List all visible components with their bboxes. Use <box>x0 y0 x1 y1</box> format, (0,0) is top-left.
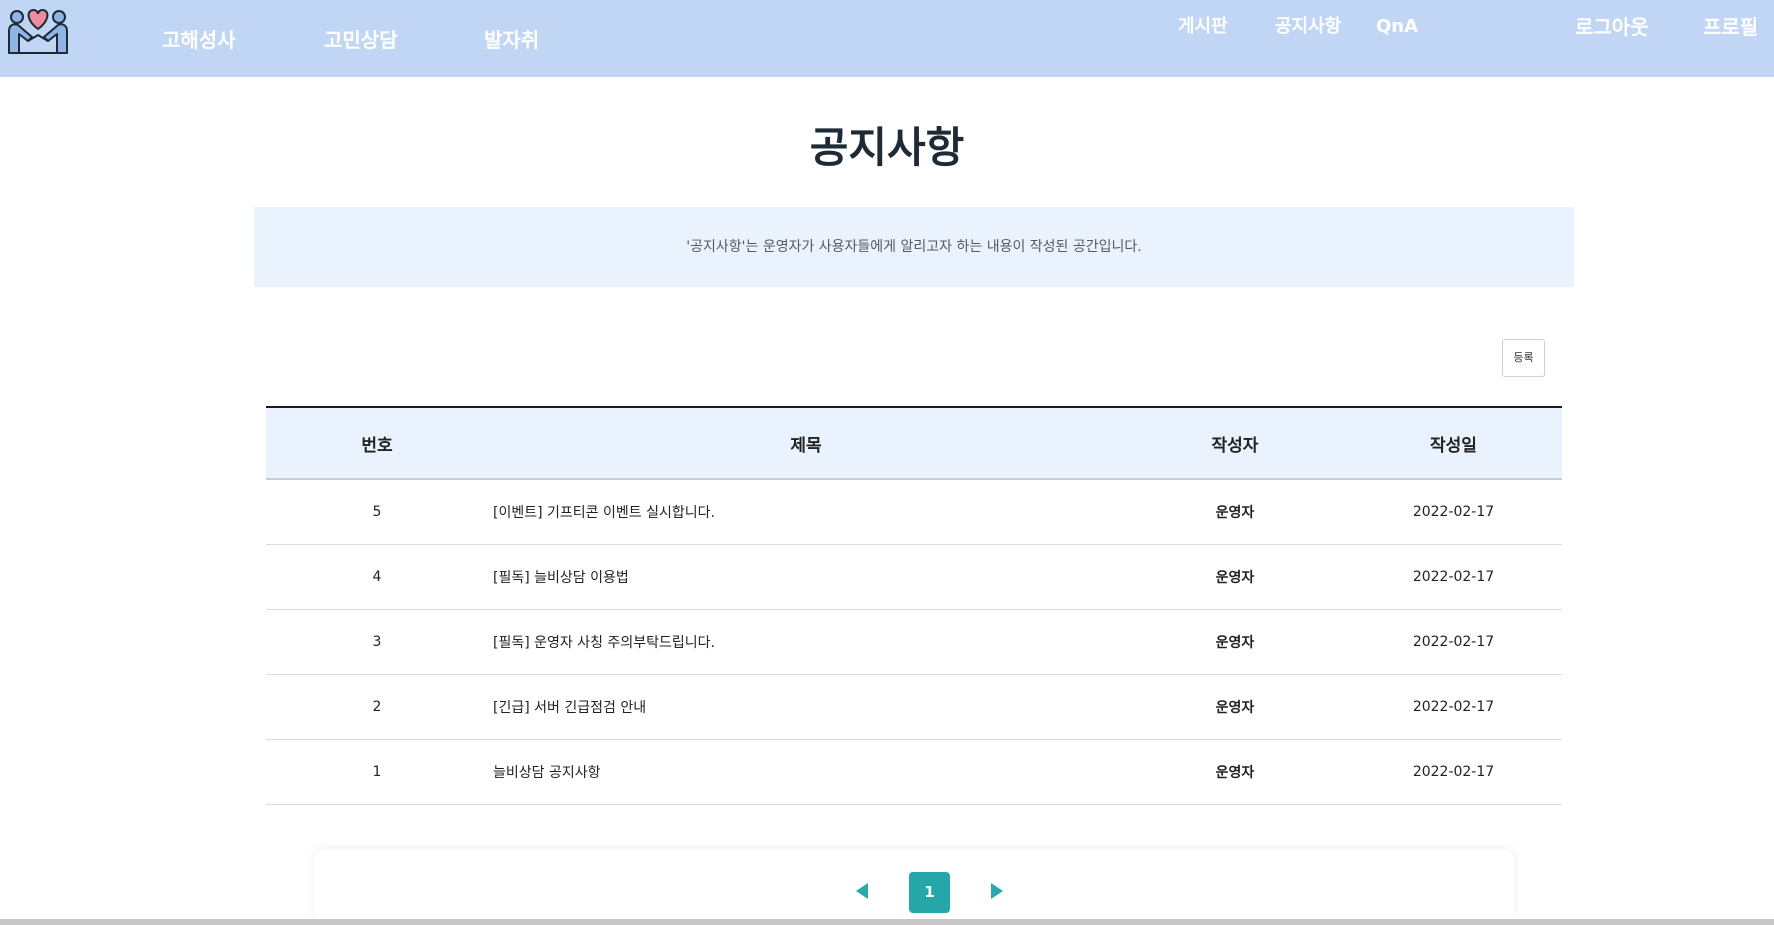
profile-link[interactable]: 프로필 <box>1703 14 1758 40</box>
row-writer: 운영자 <box>1125 479 1345 545</box>
row-number: 1 <box>266 739 488 805</box>
nav-link-qna[interactable]: QnA <box>1376 14 1418 40</box>
header-number: 번호 <box>266 407 488 480</box>
table-row[interactable]: 5 [이벤트] 기프티콘 이벤트 실시합니다. 운영자 2022-02-17 <box>266 479 1562 545</box>
notice-description-text: '공지사항'는 운영자가 사용자들에게 알리고자 하는 내용이 작성된 공간입니… <box>686 239 1142 255</box>
row-date: 2022-02-17 <box>1345 479 1562 545</box>
row-writer: 운영자 <box>1125 739 1345 805</box>
table-row[interactable]: 4 [필독] 늘비상담 이용법 운영자 2022-02-17 <box>266 544 1562 610</box>
row-title-link[interactable]: [필독] 늘비상담 이용법 <box>493 570 629 586</box>
row-date: 2022-02-17 <box>1345 739 1562 805</box>
horizontal-scrollbar[interactable] <box>0 919 1774 925</box>
notice-description-banner: '공지사항'는 운영자가 사용자들에게 알리고자 하는 내용이 작성된 공간입니… <box>254 207 1574 287</box>
row-number: 3 <box>266 609 488 675</box>
nav-link-counseling[interactable]: 고민상담 <box>324 27 398 53</box>
logout-link[interactable]: 로그아웃 <box>1575 14 1649 40</box>
row-title: [이벤트] 기프티콘 이벤트 실시합니다. <box>488 479 1125 545</box>
page-title: 공지사항 <box>809 123 965 172</box>
pagination-page-current[interactable]: 1 <box>909 872 950 913</box>
table-row[interactable]: 1 늘비상담 공지사항 운영자 2022-02-17 <box>266 739 1562 805</box>
row-title-link[interactable]: [필독] 운영자 사칭 주의부탁드립니다. <box>493 635 715 651</box>
triangle-right-icon[interactable] <box>991 883 1003 899</box>
row-writer: 운영자 <box>1125 609 1345 675</box>
header-date: 작성일 <box>1345 407 1562 480</box>
row-number: 4 <box>266 544 488 610</box>
nav-link-confession[interactable]: 고해성사 <box>162 27 236 53</box>
triangle-left-icon[interactable] <box>856 883 868 899</box>
row-title: 늘비상담 공지사항 <box>488 739 1125 805</box>
row-title: [필독] 운영자 사칭 주의부탁드립니다. <box>488 609 1125 675</box>
table-row[interactable]: 2 [긴급] 서버 긴급점검 안내 운영자 2022-02-17 <box>266 674 1562 740</box>
row-title-link[interactable]: 늘비상담 공지사항 <box>493 765 601 781</box>
header-writer: 작성자 <box>1125 407 1345 480</box>
logo-icon <box>8 8 68 54</box>
row-writer: 운영자 <box>1125 544 1345 610</box>
row-number: 5 <box>266 479 488 545</box>
table-header-row: 번호 제목 작성자 작성일 <box>266 407 1562 480</box>
header-title: 제목 <box>488 407 1125 480</box>
table-row[interactable]: 3 [필독] 운영자 사칭 주의부탁드립니다. 운영자 2022-02-17 <box>266 609 1562 675</box>
row-date: 2022-02-17 <box>1345 544 1562 610</box>
notice-table: 번호 제목 작성자 작성일 5 [이벤트] 기프티콘 이벤트 실시합니다. 운영… <box>266 406 1562 805</box>
row-number: 2 <box>266 674 488 740</box>
top-navigation: 고해성사 고민상담 발자취 게시판 공지사항 QnA 로그아웃 프로필 <box>0 0 1774 77</box>
row-date: 2022-02-17 <box>1345 674 1562 740</box>
row-title-link[interactable]: [이벤트] 기프티콘 이벤트 실시합니다. <box>493 505 715 521</box>
write-button[interactable]: 등록 <box>1502 339 1545 377</box>
site-logo[interactable] <box>5 5 71 57</box>
row-date: 2022-02-17 <box>1345 609 1562 675</box>
row-title: [긴급] 서버 긴급점검 안내 <box>488 674 1125 740</box>
nav-link-notice[interactable]: 공지사항 <box>1275 14 1341 40</box>
nav-link-board[interactable]: 게시판 <box>1178 14 1228 40</box>
row-title-link[interactable]: [긴급] 서버 긴급점검 안내 <box>493 700 646 716</box>
nav-link-footprints[interactable]: 발자취 <box>484 27 539 53</box>
row-writer: 운영자 <box>1125 674 1345 740</box>
row-title: [필독] 늘비상담 이용법 <box>488 544 1125 610</box>
